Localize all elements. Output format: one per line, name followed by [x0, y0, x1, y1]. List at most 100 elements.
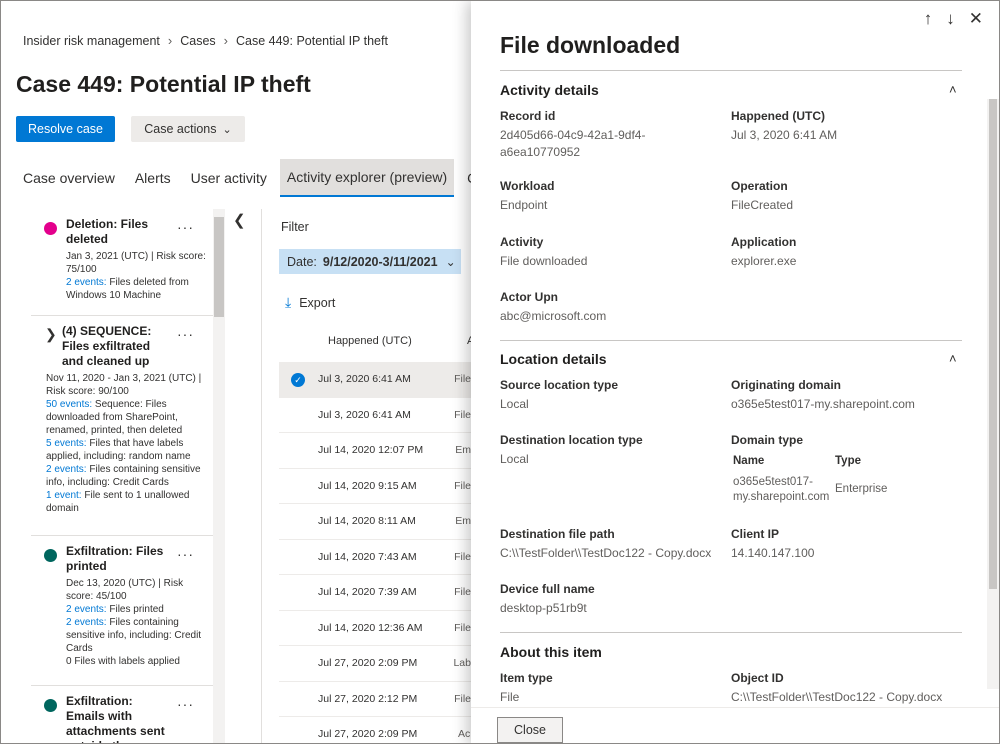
- arrow-down-icon[interactable]: ↓: [946, 9, 955, 29]
- panel-footer: Close: [471, 707, 999, 743]
- list-scrollbar[interactable]: [213, 209, 225, 743]
- domain-type-label: Domain type: [731, 433, 804, 447]
- breadcrumb: Insider risk management › Cases › Case 4…: [23, 33, 388, 48]
- breadcrumb-cases[interactable]: Cases: [180, 34, 215, 48]
- client-ip-label: Client IP: [731, 527, 780, 541]
- row-activity: File: [454, 408, 471, 421]
- table-row[interactable]: Jul 14, 2020 8:11 AM Em: [279, 504, 471, 540]
- alert-events: 2 events: Files printed: [66, 603, 211, 616]
- table-row[interactable]: Jul 27, 2020 2:12 PM File: [279, 682, 471, 717]
- scrollbar-thumb[interactable]: [989, 99, 997, 589]
- breadcrumb-irm[interactable]: Insider risk management: [23, 34, 160, 48]
- more-icon[interactable]: ···: [177, 696, 194, 712]
- alert-title: Deletion: Files deleted: [66, 217, 149, 246]
- close-button[interactable]: Close: [497, 717, 563, 743]
- client-ip-value: 14.140.147.100: [731, 546, 815, 560]
- row-date: Jul 14, 2020 12:07 PM: [318, 444, 424, 457]
- arrow-up-icon[interactable]: ↑: [924, 9, 933, 29]
- table-row[interactable]: Jul 14, 2020 12:07 PM Em: [279, 433, 471, 469]
- events-link[interactable]: 1 event:: [46, 490, 82, 501]
- chevron-right-icon[interactable]: ❯: [45, 326, 57, 343]
- table-row[interactable]: Jul 27, 2020 2:09 PM Ac: [279, 717, 471, 743]
- application-value: explorer.exe: [731, 254, 797, 268]
- resolve-case-button[interactable]: Resolve case: [16, 116, 115, 142]
- panel-content: Activity details ˄ Record id 2d405d66-04…: [471, 69, 999, 709]
- panel-scrollbar[interactable]: [987, 99, 999, 689]
- case-actions-label: Case actions: [144, 122, 217, 136]
- events-link[interactable]: 2 events:: [66, 617, 107, 628]
- table-row[interactable]: Jul 14, 2020 7:43 AM File: [279, 540, 471, 575]
- list-item[interactable]: ❯ (4) SEQUENCE: Files exfiltrated and cl…: [31, 316, 214, 536]
- destination-location-type-label: Destination location type: [500, 433, 643, 447]
- breadcrumb-case[interactable]: Case 449: Potential IP theft: [236, 34, 388, 48]
- table-row[interactable]: Jul 14, 2020 12:36 AM File: [279, 611, 471, 646]
- table-row[interactable]: Jul 14, 2020 9:15 AM File: [279, 469, 471, 504]
- table-row[interactable]: ✓ Jul 3, 2020 6:41 AM File: [279, 362, 471, 398]
- more-icon[interactable]: ···: [177, 546, 194, 562]
- row-date: Jul 14, 2020 12:36 AM: [318, 621, 423, 634]
- chevron-down-icon: ⌄: [445, 254, 456, 269]
- download-icon: ⤓: [285, 294, 292, 310]
- happened-label: Happened (UTC): [731, 109, 825, 123]
- operation-label: Operation: [731, 179, 788, 193]
- events-link[interactable]: 5 events:: [46, 438, 87, 449]
- alert-title: Exfiltration: Emails with attachments se…: [66, 694, 165, 743]
- scrollbar-thumb[interactable]: [214, 217, 224, 317]
- row-activity: File: [454, 550, 471, 563]
- domain-table-type-header: Type: [835, 455, 861, 467]
- happened-value: Jul 3, 2020 6:41 AM: [731, 128, 838, 142]
- table-row[interactable]: Jul 27, 2020 2:09 PM Lab: [279, 646, 471, 682]
- checkmark-icon[interactable]: ✓: [291, 373, 305, 387]
- panel-nav: ↑ ↓ ✕: [924, 9, 983, 29]
- location-details-heading[interactable]: Location details: [500, 351, 607, 367]
- chevron-up-icon[interactable]: ˄: [949, 351, 957, 366]
- tab-user-activity[interactable]: User activity: [184, 159, 274, 197]
- list-item[interactable]: Exfiltration: Files printed ··· Dec 13, …: [31, 536, 214, 686]
- chevron-right-icon: ›: [223, 33, 228, 48]
- tab-activity-explorer[interactable]: Activity explorer (preview): [279, 159, 455, 197]
- chevron-down-icon: ⌄: [222, 123, 232, 136]
- more-icon[interactable]: ···: [177, 219, 194, 235]
- events-link[interactable]: 50 events:: [46, 399, 92, 410]
- chevron-up-icon[interactable]: ˄: [949, 82, 957, 97]
- table-row[interactable]: Jul 14, 2020 7:39 AM File: [279, 575, 471, 611]
- events-link[interactable]: 2 events:: [46, 464, 87, 475]
- severity-dot: [44, 222, 57, 235]
- device-full-name-label: Device full name: [500, 582, 595, 596]
- about-item-heading[interactable]: About this item: [500, 644, 602, 660]
- events-link[interactable]: 2 events:: [66, 277, 107, 288]
- row-date: Jul 3, 2020 6:41 AM: [318, 408, 411, 421]
- activity-details-heading[interactable]: Activity details: [500, 82, 599, 98]
- panel-title: File downloaded: [500, 32, 681, 58]
- case-actions-button[interactable]: Case actions ⌄: [131, 116, 245, 142]
- severity-dot: [44, 549, 57, 562]
- alert-date-risk: Jan 3, 2021 (UTC) | Risk score: 75/100: [66, 251, 206, 275]
- app-frame: Insider risk management › Cases › Case 4…: [0, 0, 1000, 744]
- list-item[interactable]: Deletion: Files deleted ··· Jan 3, 2021 …: [31, 209, 214, 316]
- export-button[interactable]: ⤓ Export: [285, 294, 335, 311]
- destination-location-type-value: Local: [500, 452, 529, 466]
- page-title: Case 449: Potential IP theft: [16, 71, 311, 97]
- tab-alerts[interactable]: Alerts: [128, 159, 178, 197]
- chevron-left-icon[interactable]: ❮: [233, 211, 246, 229]
- date-filter[interactable]: Date: 9/12/2020-3/11/2021 ⌄: [279, 249, 461, 274]
- tab-case-overview[interactable]: Case overview: [16, 159, 122, 197]
- list-item[interactable]: Exfiltration: Emails with attachments se…: [31, 686, 214, 743]
- row-activity: File: [454, 479, 471, 492]
- filter-label: Filter: [281, 220, 309, 234]
- item-type-value: File: [500, 690, 520, 704]
- column-header-happened[interactable]: Happened (UTC): [328, 335, 412, 347]
- row-activity: Ac: [458, 728, 471, 741]
- tab-bar: Case overview Alerts User activity Activ…: [16, 159, 498, 197]
- events-link[interactable]: 2 events:: [66, 604, 107, 615]
- more-icon[interactable]: ···: [177, 326, 194, 342]
- table-row[interactable]: Jul 3, 2020 6:41 AM File: [279, 398, 471, 433]
- workload-label: Workload: [500, 179, 555, 193]
- row-date: Jul 27, 2020 2:09 PM: [318, 657, 418, 670]
- alert-meta: Jan 3, 2021 (UTC) | Risk score: 75/100 2…: [66, 250, 211, 302]
- row-date: Jul 27, 2020 2:12 PM: [318, 692, 418, 705]
- divider: [500, 340, 962, 341]
- close-icon[interactable]: ✕: [969, 9, 983, 29]
- destination-file-path-label: Destination file path: [500, 527, 615, 541]
- date-filter-value: 9/12/2020-3/11/2021: [322, 254, 438, 269]
